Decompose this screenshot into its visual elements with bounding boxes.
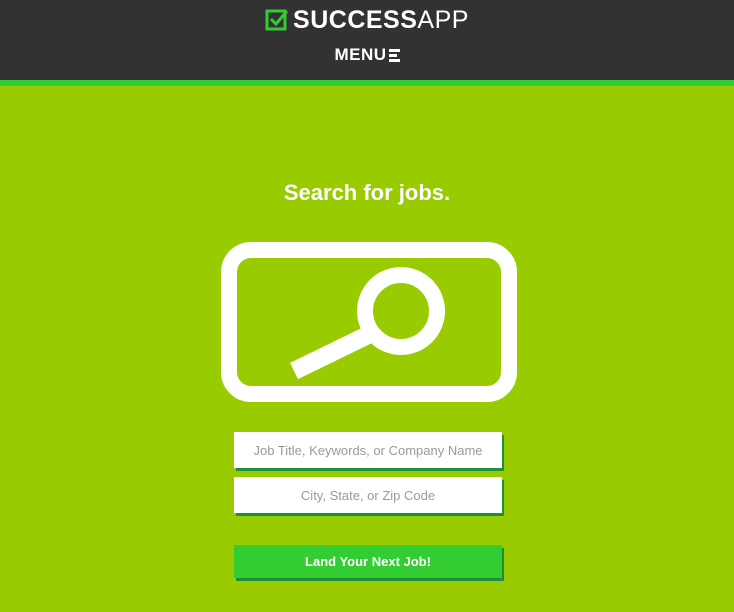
logo-text-bold: SUCCESS <box>293 5 418 34</box>
hamburger-icon <box>388 48 400 62</box>
header-bar: SUCCESS APP MENU <box>0 0 734 80</box>
menu-label: MENU <box>334 45 387 64</box>
location-input[interactable] <box>234 477 502 513</box>
job-title-input[interactable] <box>234 432 502 468</box>
logo-text-light: APP <box>417 5 469 34</box>
page-title: Search for jobs. <box>283 180 451 205</box>
menu-button[interactable]: MENU <box>334 45 400 65</box>
app-logo[interactable]: SUCCESS APP <box>0 6 734 34</box>
search-jobs-button[interactable]: Land Your Next Job! <box>234 545 502 578</box>
search-icon <box>220 241 518 403</box>
header-accent-stripe <box>0 80 734 86</box>
checkbox-icon <box>265 8 289 32</box>
menu-bar: MENU <box>0 45 734 65</box>
